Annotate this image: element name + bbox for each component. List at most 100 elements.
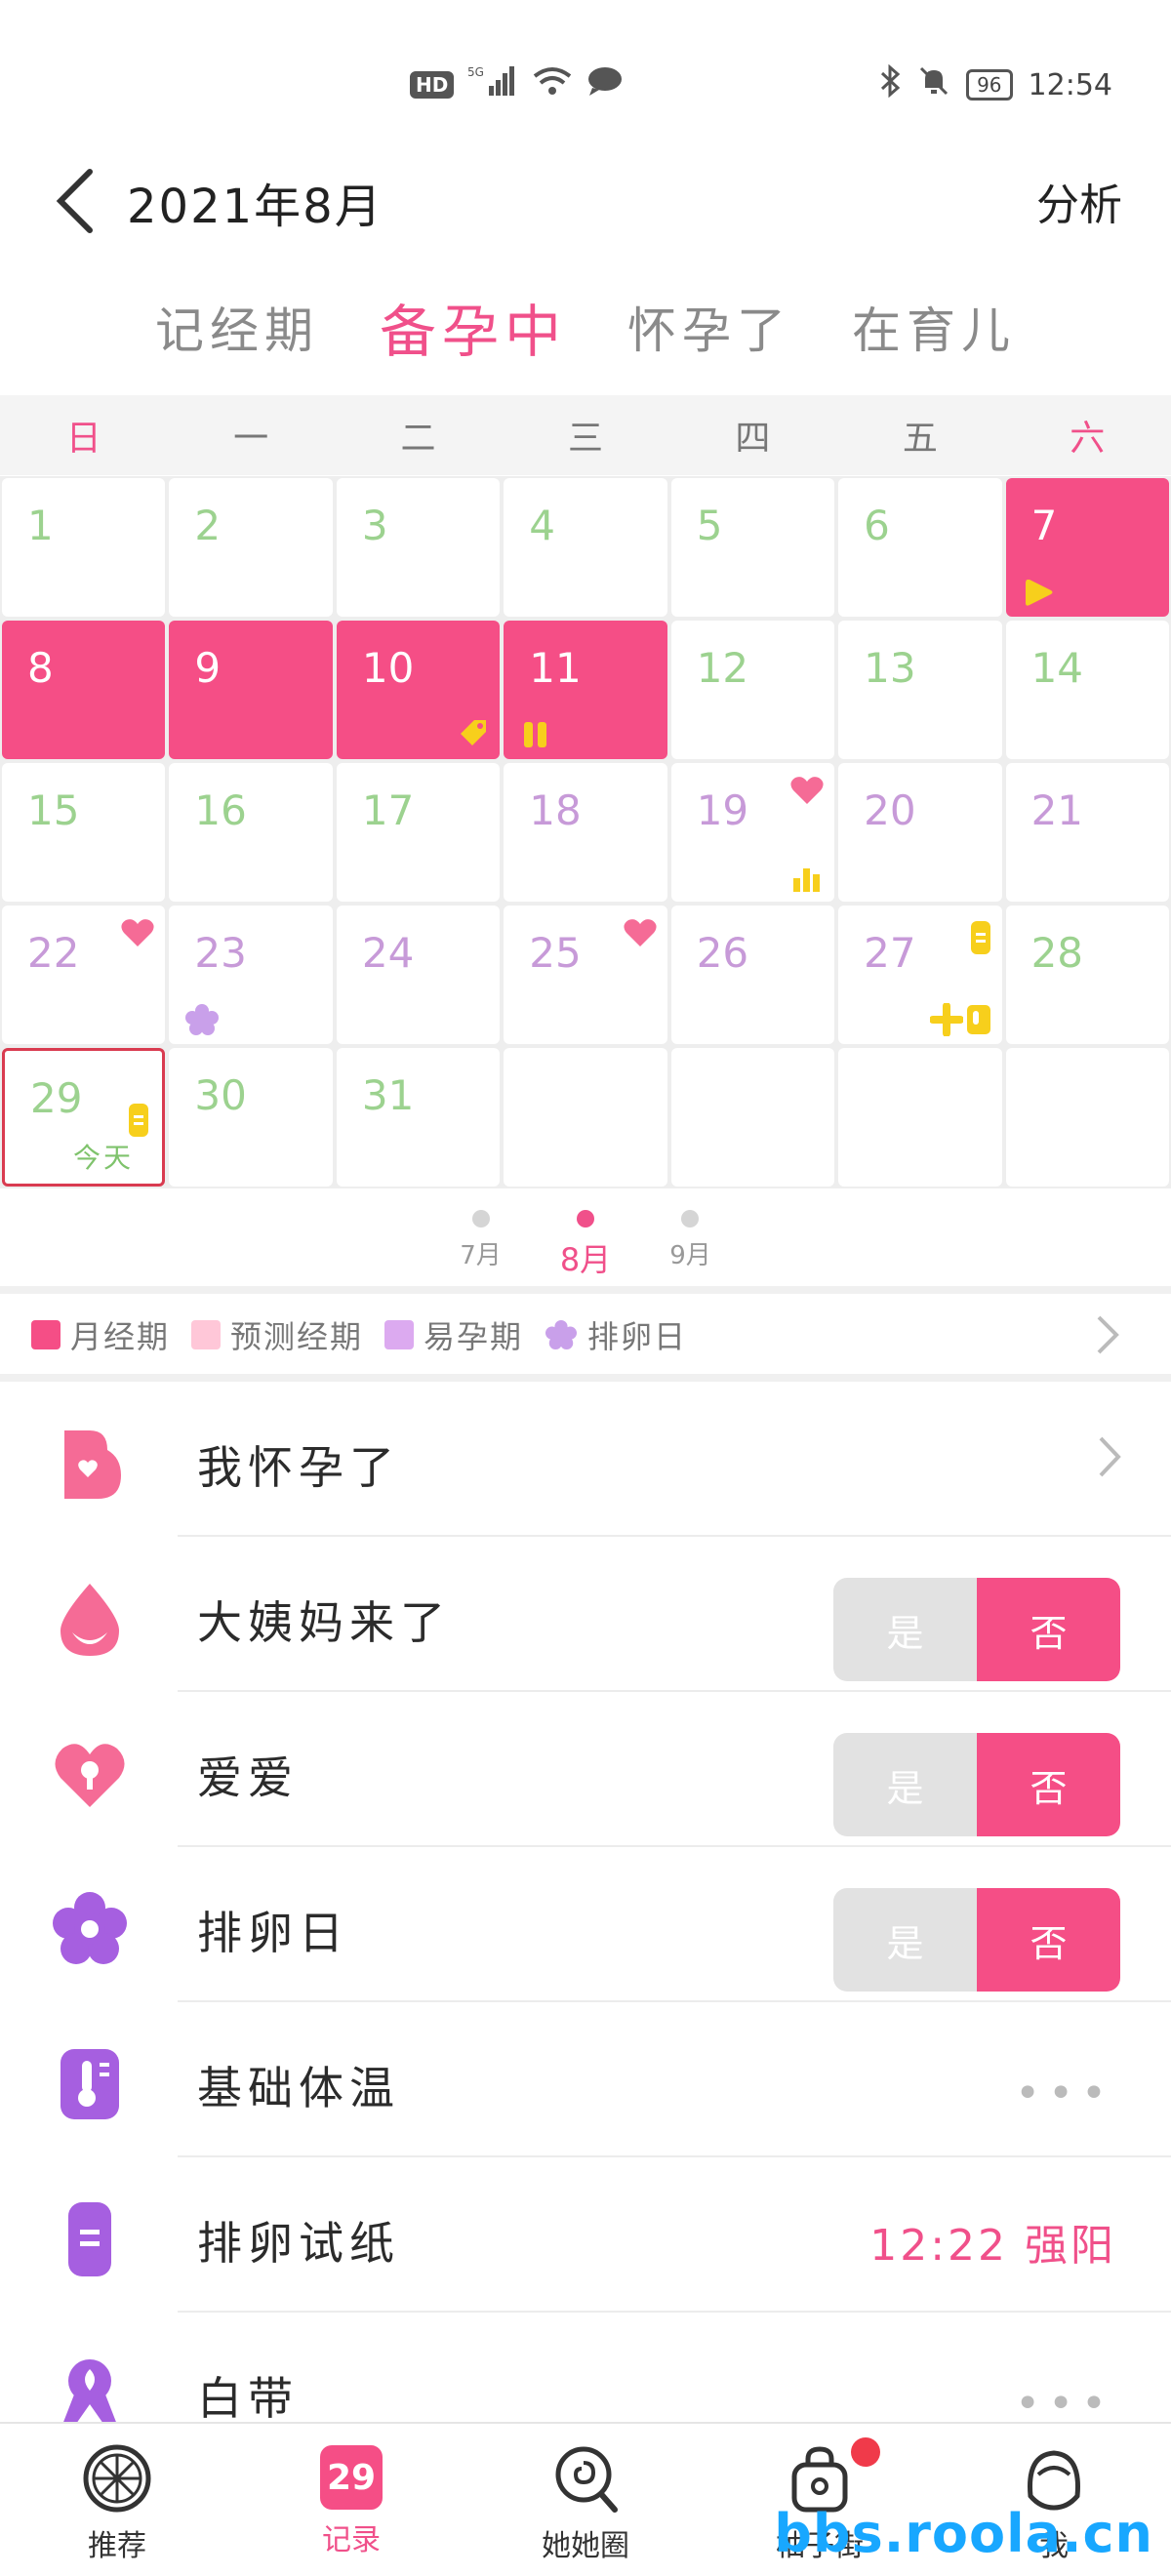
period-toggle: 是 否: [833, 1578, 1120, 1681]
calendar-day[interactable]: 11: [504, 621, 667, 759]
calendar-day[interactable]: 12: [670, 621, 835, 759]
calendar-day[interactable]: 31: [336, 1048, 501, 1187]
calendar-day[interactable]: 21: [1005, 763, 1169, 902]
calendar-day[interactable]: 24: [336, 906, 501, 1044]
calendar-day-empty: [1005, 1048, 1169, 1187]
calendar-day[interactable]: 5: [670, 478, 835, 617]
calendar-day[interactable]: 9: [169, 621, 333, 759]
test-strip-icon: [129, 1104, 149, 1137]
legend-swatch: [31, 1320, 61, 1349]
heart-icon: [121, 919, 154, 946]
day-number: 24: [361, 929, 415, 977]
month-current[interactable]: 8月: [560, 1210, 611, 1288]
weekday-header: 日 一 二 三 四 五 六: [0, 395, 1171, 475]
calendar-badge-number: 29: [326, 2457, 377, 2498]
tab-parenting[interactable]: 在育儿: [852, 292, 1016, 362]
tab-record-period[interactable]: 记经期: [155, 292, 319, 362]
record-love: 爱爱 是 否: [0, 1692, 1171, 1847]
svg-text:5G: 5G: [467, 65, 484, 79]
calendar-day-empty: [670, 1048, 835, 1187]
heart-icon: [55, 1744, 125, 1807]
calendar-day[interactable]: 15: [2, 763, 166, 902]
yes-button[interactable]: 是: [833, 1733, 977, 1836]
calendar-day[interactable]: 10: [336, 621, 501, 759]
divider: [0, 1286, 1171, 1294]
calendar-day[interactable]: 14: [1005, 621, 1169, 759]
hd-badge: HD: [410, 70, 455, 99]
pregnancy-icon: [64, 1430, 121, 1499]
day-number: 10: [361, 644, 415, 692]
calendar-day[interactable]: 23: [169, 906, 333, 1044]
record-test-strip[interactable]: 排卵试纸 12:22 强阳: [0, 2157, 1171, 2313]
record-period: 大姨妈来了 是 否: [0, 1537, 1171, 1692]
record-temperature[interactable]: 基础体温 •••: [0, 2002, 1171, 2157]
record-pregnant[interactable]: 我怀孕了: [0, 1382, 1171, 1537]
month-next[interactable]: 9月: [669, 1210, 711, 1288]
calendar-day[interactable]: 18: [504, 763, 667, 902]
day-number: 11: [529, 644, 582, 692]
nav-record[interactable]: 29 记录: [234, 2424, 468, 2576]
mute-bell-icon: [917, 64, 950, 105]
day-number: 29: [30, 1074, 83, 1122]
day-number: 9: [194, 644, 222, 692]
calendar-day[interactable]: 16: [169, 763, 333, 902]
record-label: 爱爱: [197, 1751, 299, 1804]
no-button[interactable]: 否: [977, 1578, 1120, 1681]
calendar-day[interactable]: 6: [838, 478, 1002, 617]
calendar-day[interactable]: 7: [1005, 478, 1169, 617]
yes-button[interactable]: 是: [833, 1888, 977, 1992]
no-button[interactable]: 否: [977, 1733, 1120, 1836]
record-label: 白带: [197, 2372, 299, 2425]
lollipop-icon: [555, 2446, 618, 2513]
day-number: 12: [696, 644, 749, 692]
calendar-day[interactable]: 13: [838, 621, 1002, 759]
calendar-day[interactable]: 4: [504, 478, 667, 617]
header: 2021年8月 分析: [0, 146, 1171, 254]
legend-swatch: [384, 1320, 415, 1349]
calendar-day[interactable]: 3: [336, 478, 501, 617]
calendar-day[interactable]: 30: [169, 1048, 333, 1187]
calendar-day-empty: [504, 1048, 667, 1187]
tab-preparing-pregnancy[interactable]: 备孕中: [380, 286, 567, 368]
calendar-day[interactable]: 28: [1005, 906, 1169, 1044]
calendar-day[interactable]: 19: [670, 763, 835, 902]
ovulation-flower-icon: [53, 1892, 127, 1964]
legend-period: 月经期: [31, 1312, 170, 1357]
calendar-day[interactable]: 26: [670, 906, 835, 1044]
legend-ovulation: 排卵日: [545, 1312, 687, 1357]
battery-indicator: 96: [966, 69, 1013, 101]
nav-community[interactable]: 她她圈: [468, 2424, 703, 2576]
thermometer-icon: [61, 2049, 119, 2119]
watermark: bbs.roola.cn: [774, 2503, 1153, 2564]
calendar-day[interactable]: 17: [336, 763, 501, 902]
nav-label: 推荐: [88, 2529, 146, 2563]
ovulation-flower-icon: [545, 1319, 578, 1350]
month-prev[interactable]: 7月: [460, 1210, 502, 1288]
calendar-day[interactable]: 8: [2, 621, 166, 759]
legend-fertile: 易孕期: [384, 1312, 523, 1357]
back-button[interactable]: [49, 164, 107, 238]
calendar-day[interactable]: 1: [2, 478, 166, 617]
calendar-day-today[interactable]: 29 今天: [2, 1048, 166, 1187]
legend[interactable]: 月经期 预测经期 易孕期 排卵日: [0, 1296, 1171, 1374]
mode-tabs: 记经期 备孕中 怀孕了 在育儿: [0, 283, 1171, 371]
calendar-day[interactable]: 20: [838, 763, 1002, 902]
analysis-button[interactable]: 分析: [1036, 170, 1122, 232]
calendar-day[interactable]: 25: [504, 906, 667, 1044]
clock: 12:54: [1028, 67, 1112, 102]
bottom-nav: 推荐 29 记录 她她圈 柚子街 我 bbs.roola.cn: [0, 2422, 1171, 2576]
no-button[interactable]: 否: [977, 1888, 1120, 1992]
calendar-day[interactable]: 2: [169, 478, 333, 617]
pause-icon: [524, 722, 547, 747]
chevron-left-icon: [56, 169, 93, 233]
more-icon: •••: [1015, 2069, 1114, 2118]
yes-button[interactable]: 是: [833, 1578, 977, 1681]
day-number: 19: [696, 786, 749, 834]
tab-pregnant[interactable]: 怀孕了: [627, 292, 791, 362]
bluetooth-icon: [878, 63, 902, 105]
wifi-icon: [532, 64, 573, 104]
nav-recommend[interactable]: 推荐: [0, 2424, 234, 2576]
calendar-day[interactable]: 22: [2, 906, 166, 1044]
calendar-day[interactable]: 27: [838, 906, 1002, 1044]
love-toggle: 是 否: [833, 1733, 1120, 1836]
